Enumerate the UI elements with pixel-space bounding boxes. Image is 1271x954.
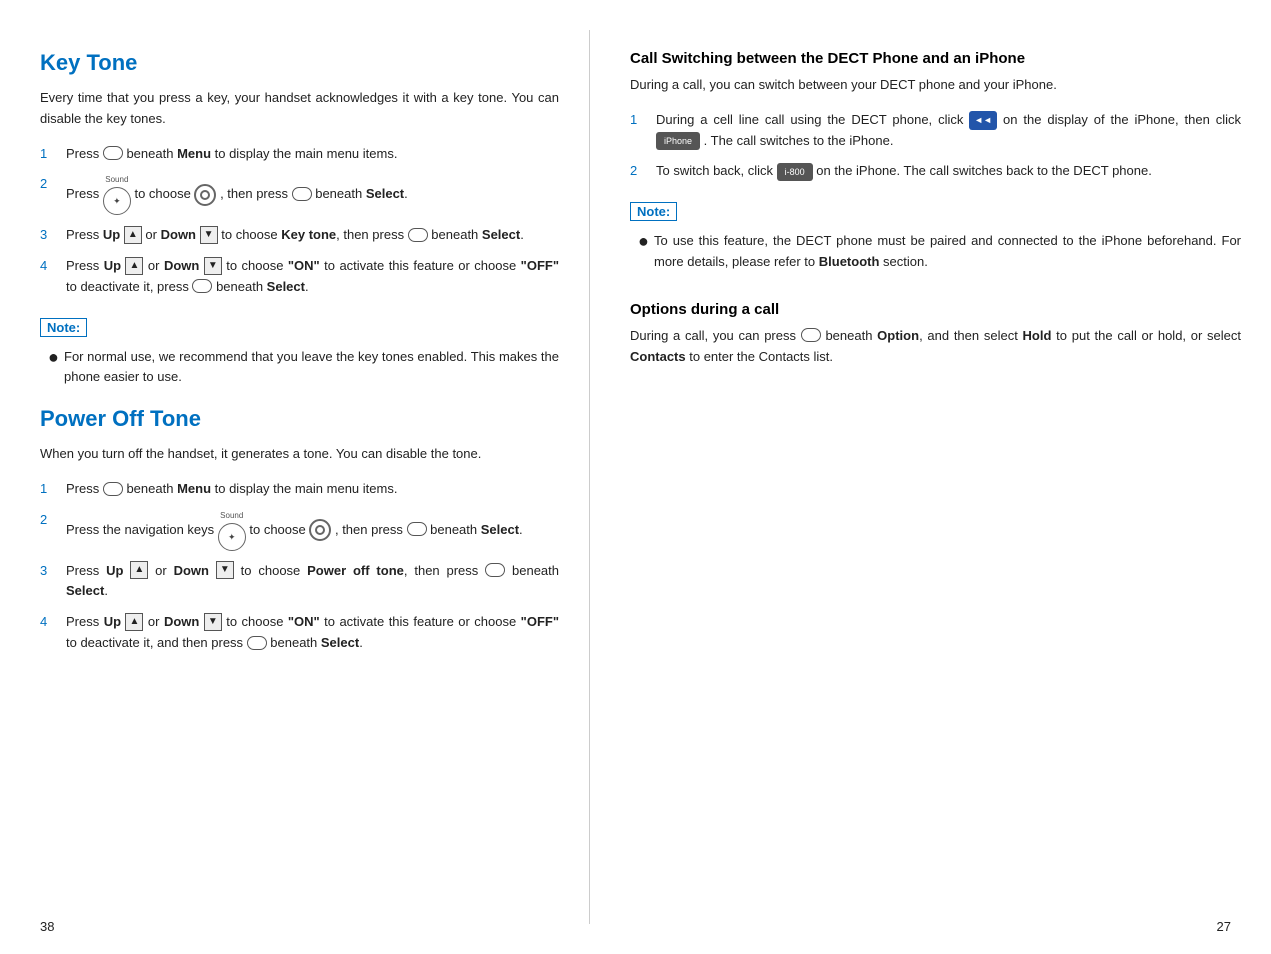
power-step-1-content: Press beneath Menu to display the main m… — [66, 479, 559, 500]
menu-icon-r1 — [801, 328, 821, 342]
key-tone-note-label: Note: — [47, 320, 80, 335]
page-num-left: 38 — [40, 919, 54, 934]
power-step-2: 2 Press the navigation keys Sound ✦ to c… — [40, 510, 559, 551]
target-icon-1 — [194, 184, 216, 206]
target-outer-2 — [309, 519, 331, 541]
power-step-num-2: 2 — [40, 510, 62, 531]
nav-circle-2: ✦ — [218, 523, 246, 551]
down-icon-2: ▼ — [204, 257, 222, 275]
call-note-label: Note: — [637, 204, 670, 219]
sound-label-1: Sound — [103, 174, 131, 187]
key-tone-note-list: ● For normal use, we recommend that you … — [40, 347, 559, 389]
target-inner-2 — [315, 525, 325, 535]
left-column: Key Tone Every time that you press a key… — [0, 30, 590, 924]
call-note-section: Note: ● To use this feature, the DECT ph… — [630, 196, 1241, 273]
power-step-num-1: 1 — [40, 479, 62, 500]
key-tone-intro: Every time that you press a key, your ha… — [40, 88, 559, 130]
menu-icon-3 — [408, 228, 428, 242]
up-icon-p4: ▲ — [125, 613, 143, 631]
call-switching-title: Call Switching between the DECT Phone an… — [630, 50, 1241, 67]
call-note-text-1: To use this feature, the DECT phone must… — [654, 231, 1241, 273]
step-1: 1 Press beneath Menu to display the main… — [40, 144, 559, 165]
bullet-dot-1: ● — [48, 347, 64, 369]
power-step-4-content: Press Up ▲ or Down ▼ to choose "ON" to a… — [66, 612, 559, 654]
menu-icon-p4 — [247, 636, 267, 650]
call-step-num-1: 1 — [630, 110, 652, 131]
step-1-content: Press beneath Menu to display the main m… — [66, 144, 559, 165]
target-icon-2 — [309, 519, 331, 541]
target-outer-1 — [194, 184, 216, 206]
step-3-content: Press Up ▲ or Down ▼ to choose Key tone,… — [66, 225, 559, 246]
key-tone-note-text-1: For normal use, we recommend that you le… — [64, 347, 559, 389]
power-step-num-3: 3 — [40, 561, 62, 582]
call-note-item-1: ● To use this feature, the DECT phone mu… — [638, 231, 1241, 273]
step-4: 4 Press Up ▲ or Down ▼ to choose "ON" to… — [40, 256, 559, 298]
iphone-btn: iPhone — [656, 132, 700, 150]
menu-icon-p2 — [407, 522, 427, 536]
down-icon-p4: ▼ — [204, 613, 222, 631]
step-num-1: 1 — [40, 144, 62, 165]
power-step-1: 1 Press beneath Menu to display the main… — [40, 479, 559, 500]
target-inner-1 — [200, 190, 210, 200]
power-off-steps: 1 Press beneath Menu to display the main… — [40, 479, 559, 654]
call-switching-intro: During a call, you can switch between yo… — [630, 75, 1241, 96]
power-step-3: 3 Press Up ▲ or Down ▼ to choose Power o… — [40, 561, 559, 603]
step-2-content: Press Sound ✦ to choose , then press ben… — [66, 174, 559, 215]
call-switching-steps: 1 During a cell line call using the DECT… — [630, 110, 1241, 182]
page-wrapper: Key Tone Every time that you press a key… — [0, 0, 1271, 954]
up-icon-2: ▲ — [125, 257, 143, 275]
power-step-4: 4 Press Up ▲ or Down ▼ to choose "ON" to… — [40, 612, 559, 654]
power-step-3-content: Press Up ▲ or Down ▼ to choose Power off… — [66, 561, 559, 603]
step-4-content: Press Up ▲ or Down ▼ to choose "ON" to a… — [66, 256, 559, 298]
call-note-box: Note: — [630, 202, 677, 221]
call-note-list: ● To use this feature, the DECT phone mu… — [630, 231, 1241, 273]
up-icon-p3: ▲ — [130, 561, 148, 579]
key-tone-steps: 1 Press beneath Menu to display the main… — [40, 144, 559, 298]
power-step-num-4: 4 — [40, 612, 62, 633]
menu-icon-2 — [292, 187, 312, 201]
options-call-text: During a call, you can press beneath Opt… — [630, 326, 1241, 368]
nav-icon-wrapper-1: Sound ✦ — [103, 174, 131, 215]
key-tone-title: Key Tone — [40, 50, 559, 76]
page-container: Key Tone Every time that you press a key… — [0, 0, 1271, 954]
call-step-2-content: To switch back, click i-800 on the iPhon… — [656, 161, 1241, 182]
menu-icon-p3 — [485, 563, 505, 577]
step-2: 2 Press Sound ✦ to choose — [40, 174, 559, 215]
key-tone-note-box: Note: — [40, 318, 87, 337]
key-tone-note-item-1: ● For normal use, we recommend that you … — [48, 347, 559, 389]
arrow-left-btn: ◄◄ — [969, 111, 997, 129]
key-tone-note-section: Note: ● For normal use, we recommend tha… — [40, 312, 559, 389]
menu-icon-4 — [192, 279, 212, 293]
call-step-2: 2 To switch back, click i-800 on the iPh… — [630, 161, 1241, 182]
nav-icon-wrapper-2: Sound ✦ — [218, 510, 246, 551]
call-step-num-2: 2 — [630, 161, 652, 182]
power-off-intro: When you turn off the handset, it genera… — [40, 444, 559, 465]
menu-icon-1 — [103, 146, 123, 160]
up-icon-1: ▲ — [124, 226, 142, 244]
nav-circle-1: ✦ — [103, 187, 131, 215]
power-off-title: Power Off Tone — [40, 406, 559, 432]
right-column: Call Switching between the DECT Phone an… — [590, 30, 1271, 924]
page-num-right: 27 — [1217, 919, 1231, 934]
options-call-title: Options during a call — [630, 301, 1241, 318]
down-icon-1: ▼ — [200, 226, 218, 244]
i800-btn: i-800 — [777, 163, 813, 181]
call-step-1-content: During a cell line call using the DECT p… — [656, 110, 1241, 152]
down-icon-p3: ▼ — [216, 561, 234, 579]
bullet-dot-r1: ● — [638, 231, 654, 253]
step-num-4: 4 — [40, 256, 62, 277]
step-num-3: 3 — [40, 225, 62, 246]
sound-label-2: Sound — [218, 510, 246, 523]
call-step-1: 1 During a cell line call using the DECT… — [630, 110, 1241, 152]
step-num-2: 2 — [40, 174, 62, 195]
step-3: 3 Press Up ▲ or Down ▼ to choose Key ton… — [40, 225, 559, 246]
power-step-2-content: Press the navigation keys Sound ✦ to cho… — [66, 510, 559, 551]
menu-icon-p1 — [103, 482, 123, 496]
